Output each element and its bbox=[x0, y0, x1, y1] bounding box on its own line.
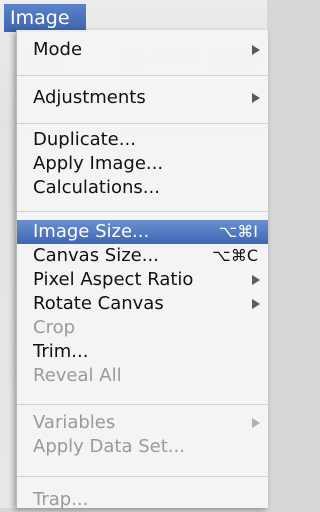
menu-item-trim[interactable]: Trim... bbox=[17, 340, 268, 364]
menu-item-adjustments[interactable]: Adjustments bbox=[17, 86, 268, 110]
menu-item-label: Duplicate... bbox=[33, 129, 136, 150]
menu-item-label: Pixel Aspect Ratio bbox=[33, 269, 194, 290]
menu-item-rotate-canvas[interactable]: Rotate Canvas bbox=[17, 292, 268, 316]
menu-separator bbox=[17, 75, 268, 76]
menu-item-calculations[interactable]: Calculations... bbox=[17, 176, 268, 200]
menu-item-label: Image Size... bbox=[33, 221, 150, 242]
menu-item-duplicate[interactable]: Duplicate... bbox=[17, 128, 268, 152]
menu-item-trap: Trap... bbox=[17, 488, 268, 512]
menu-item-label: Mode bbox=[33, 39, 83, 60]
menu-item-label: Reveal All bbox=[33, 365, 122, 386]
menu-item-canvas-size[interactable]: Canvas Size... ⌥⌘C bbox=[17, 244, 268, 268]
menu-item-mode[interactable]: Mode bbox=[17, 38, 268, 62]
menu-item-variables: Variables bbox=[17, 411, 268, 435]
submenu-arrow-icon bbox=[252, 418, 260, 428]
menubar-image-title[interactable]: Image bbox=[4, 4, 86, 32]
menu-item-label: Apply Data Set... bbox=[33, 436, 185, 457]
submenu-arrow-icon bbox=[252, 299, 260, 309]
menu-item-label: Trap... bbox=[33, 489, 89, 510]
menu-item-reveal-all: Reveal All bbox=[17, 364, 268, 388]
menu-item-crop: Crop bbox=[17, 316, 268, 340]
menu-item-label: Rotate Canvas bbox=[33, 293, 164, 314]
menu-separator bbox=[17, 476, 268, 477]
menu-item-label: Crop bbox=[33, 317, 76, 338]
menu-item-shortcut: ⌥⌘I bbox=[218, 222, 258, 241]
menu-item-pixel-aspect-ratio[interactable]: Pixel Aspect Ratio bbox=[17, 268, 268, 292]
menu-separator bbox=[17, 404, 268, 405]
submenu-arrow-icon bbox=[252, 93, 260, 103]
menu-item-label: Variables bbox=[33, 412, 116, 433]
menu-item-apply-data-set: Apply Data Set... bbox=[17, 435, 268, 459]
menu-item-label: Canvas Size... bbox=[33, 245, 159, 266]
menu-item-label: Calculations... bbox=[33, 177, 160, 198]
menu-item-label: Apply Image... bbox=[33, 153, 164, 174]
menu-item-image-size[interactable]: Image Size... ⌥⌘I bbox=[17, 220, 268, 244]
menu-separator bbox=[17, 211, 268, 212]
menu-item-label: Adjustments bbox=[33, 87, 146, 108]
submenu-arrow-icon bbox=[252, 45, 260, 55]
menu-item-shortcut: ⌥⌘C bbox=[212, 246, 258, 265]
menu-item-apply-image[interactable]: Apply Image... bbox=[17, 152, 268, 176]
menu-separator bbox=[17, 123, 268, 124]
submenu-arrow-icon bbox=[252, 275, 260, 285]
image-menu: Mode Adjustments Duplicate... Apply Imag… bbox=[16, 30, 268, 510]
menu-item-label: Trim... bbox=[33, 341, 89, 362]
